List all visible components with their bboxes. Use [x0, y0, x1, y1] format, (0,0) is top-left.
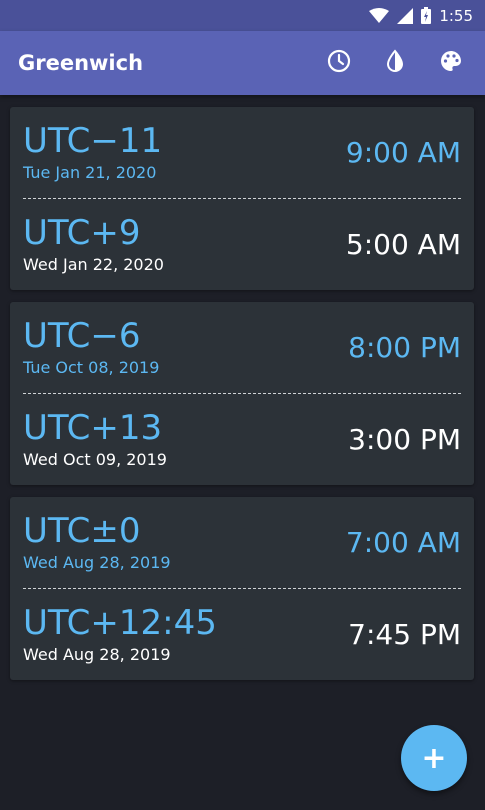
zone-time[interactable]: 7:00 AM — [346, 526, 461, 559]
zone-time[interactable]: 7:45 PM — [348, 618, 461, 651]
conversion-list: UTC−11 Tue Jan 21, 2020 9:00 AM UTC+9 We… — [10, 107, 474, 692]
zone-name: UTC+9 — [23, 212, 141, 253]
zone-date: Wed Oct 09, 2019 — [23, 449, 167, 469]
target-zone-row[interactable]: UTC+12:45 Wed Aug 28, 2019 7:45 PM — [23, 589, 461, 680]
zone-date: Wed Aug 28, 2019 — [23, 552, 171, 572]
clock-icon — [327, 49, 351, 77]
source-zone-row[interactable]: UTC±0 Wed Aug 28, 2019 7:00 AM — [23, 497, 461, 589]
theme-toggle-button[interactable] — [367, 35, 423, 91]
signal-icon — [397, 7, 414, 24]
zone-name: UTC±0 — [23, 510, 141, 551]
zone-time[interactable]: 8:00 PM — [348, 331, 461, 364]
conversion-card[interactable]: UTC±0 Wed Aug 28, 2019 7:00 AM UTC+12:45… — [10, 497, 474, 680]
source-zone-row[interactable]: UTC−6 Tue Oct 08, 2019 8:00 PM — [23, 302, 461, 394]
app-title: Greenwich — [18, 51, 144, 75]
conversion-card[interactable]: UTC−11 Tue Jan 21, 2020 9:00 AM UTC+9 We… — [10, 107, 474, 290]
palette-icon — [439, 49, 463, 77]
zone-time[interactable]: 3:00 PM — [348, 423, 461, 456]
conversion-card[interactable]: UTC−6 Tue Oct 08, 2019 8:00 PM UTC+13 We… — [10, 302, 474, 485]
target-zone-row[interactable]: UTC+9 Wed Jan 22, 2020 5:00 AM — [23, 199, 461, 290]
source-zone-row[interactable]: UTC−11 Tue Jan 21, 2020 9:00 AM — [23, 107, 461, 199]
palette-button[interactable] — [423, 35, 479, 91]
contrast-icon — [383, 49, 407, 77]
zone-date: Wed Jan 22, 2020 — [23, 254, 164, 274]
status-time: 1:55 — [439, 6, 473, 25]
zone-date: Tue Jan 21, 2020 — [23, 162, 157, 182]
zone-name: UTC−11 — [23, 120, 163, 161]
add-conversion-button[interactable]: + — [401, 725, 467, 791]
zone-time[interactable]: 9:00 AM — [346, 136, 461, 169]
battery-icon — [421, 7, 432, 24]
clock-button[interactable] — [311, 35, 367, 91]
zone-time[interactable]: 5:00 AM — [346, 228, 461, 261]
zone-name: UTC+12:45 — [23, 602, 217, 643]
status-bar: 1:55 — [0, 0, 485, 31]
zone-date: Wed Aug 28, 2019 — [23, 644, 171, 664]
target-zone-row[interactable]: UTC+13 Wed Oct 09, 2019 3:00 PM — [23, 394, 461, 485]
wifi-icon — [369, 7, 390, 24]
plus-icon: + — [421, 740, 447, 776]
zone-name: UTC−6 — [23, 315, 141, 356]
zone-name: UTC+13 — [23, 407, 163, 448]
app-bar: Greenwich — [0, 31, 485, 95]
zone-date: Tue Oct 08, 2019 — [23, 357, 160, 377]
